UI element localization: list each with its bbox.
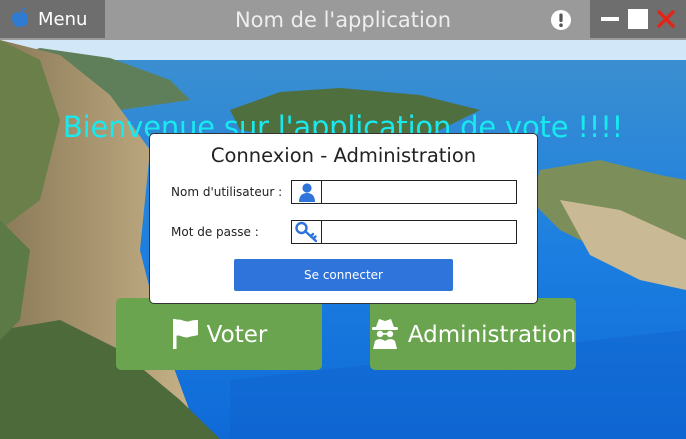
password-field <box>291 220 517 244</box>
apple-icon <box>10 6 30 32</box>
minimize-icon[interactable] <box>599 8 621 30</box>
username-field <box>291 180 517 204</box>
spy-icon <box>370 317 400 353</box>
window-controls <box>590 0 686 38</box>
menu-button[interactable]: Menu <box>0 0 105 38</box>
menu-label: Menu <box>38 8 88 30</box>
user-icon <box>292 181 322 203</box>
title-bar: Menu Nom de l'application <box>0 0 686 40</box>
administration-button[interactable]: Administration <box>370 298 576 370</box>
username-input[interactable] <box>322 181 516 203</box>
password-label: Mot de passe : <box>171 225 259 239</box>
connect-button[interactable]: Se connecter <box>234 259 453 291</box>
username-label: Nom d'utilisateur : <box>171 185 283 199</box>
flag-icon <box>171 317 199 353</box>
close-icon[interactable] <box>655 8 677 30</box>
voter-button[interactable]: Voter <box>116 298 322 370</box>
exclamation-circle-icon[interactable] <box>550 9 572 31</box>
voter-label: Voter <box>206 322 268 348</box>
maximize-icon[interactable] <box>627 8 649 30</box>
dialog-title: Connexion - Administration <box>210 144 477 167</box>
login-dialog: Connexion - Administration Nom d'utilisa… <box>149 133 538 304</box>
password-input[interactable] <box>322 221 516 243</box>
administration-label: Administration <box>407 322 577 348</box>
key-icon <box>292 221 322 243</box>
